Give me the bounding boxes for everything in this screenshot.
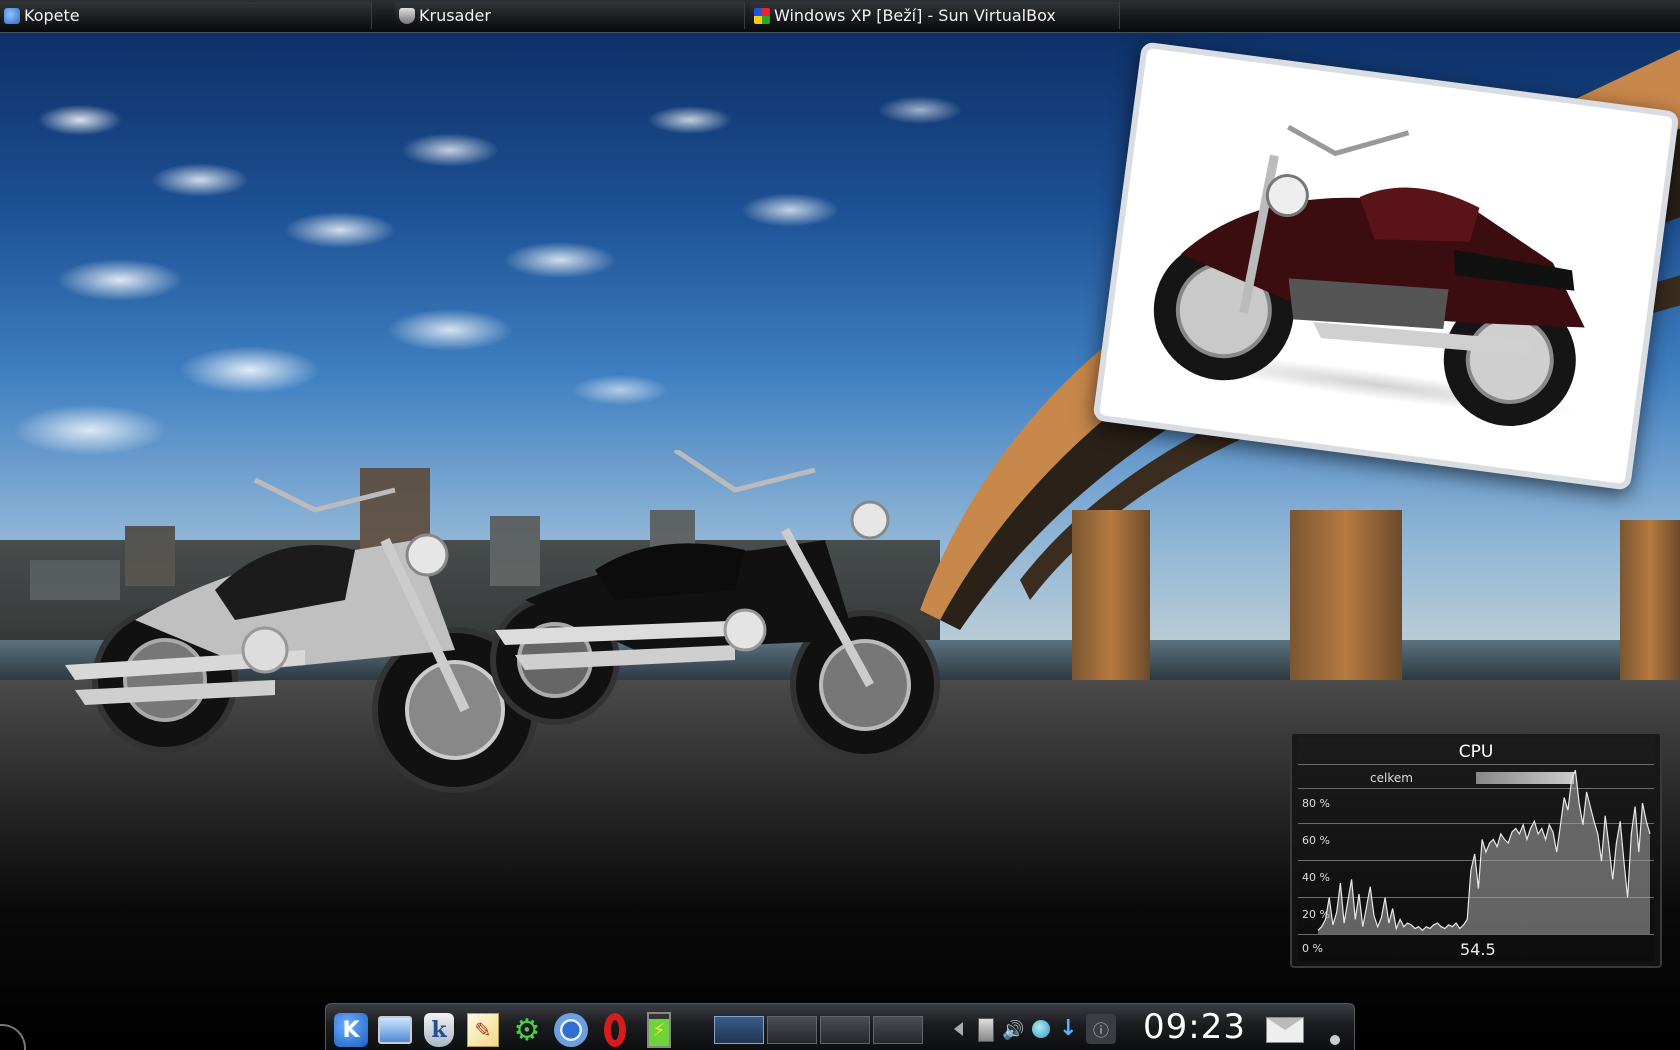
- task-krusader[interactable]: Krusader: [395, 2, 745, 29]
- panel-toolbox-icon[interactable]: [1316, 1011, 1354, 1049]
- desktop-icon[interactable]: [376, 1011, 414, 1049]
- volume-icon[interactable]: 🔊: [1002, 1020, 1024, 1041]
- cpu-plot-area: CPU celkem 80 % 60 % 40 % 20 % 0 % 54.5: [1298, 738, 1654, 962]
- clock[interactable]: 09:23: [1143, 1007, 1246, 1047]
- cpu-graph: [1317, 769, 1651, 934]
- cpu-monitor-widget[interactable]: CPU celkem 80 % 60 % 40 % 20 % 0 % 54.5: [1290, 732, 1662, 968]
- kde-menu-icon[interactable]: K: [332, 1011, 370, 1049]
- cpu-current-value: 54.5: [1460, 940, 1496, 959]
- krusader-icon: [399, 7, 415, 24]
- kopete-icon: [4, 7, 20, 24]
- bridge-pillar-2: [1290, 510, 1402, 680]
- virtualbox-icon: [754, 7, 770, 24]
- motorcycle-photo: [1153, 124, 1585, 426]
- system-tray: 🔊 ↓ ⓘ: [946, 1012, 1126, 1046]
- kwrite-icon[interactable]: ✎: [464, 1011, 502, 1049]
- clouds: [0, 30, 1000, 510]
- desktop-pager-1[interactable]: [714, 1016, 764, 1044]
- task-label: Kopete: [24, 6, 80, 25]
- konqueror-icon[interactable]: k: [420, 1011, 458, 1049]
- task-label: Krusader: [419, 6, 491, 25]
- task-label: Windows XP [Beží] - Sun VirtualBox: [774, 6, 1056, 25]
- task-kopete[interactable]: Kopete: [0, 2, 372, 29]
- chromium-icon[interactable]: [552, 1011, 590, 1049]
- battery-icon[interactable]: ⚡: [640, 1011, 678, 1049]
- desktop-pager-2[interactable]: [767, 1016, 817, 1044]
- motorcycles-image: [65, 450, 940, 793]
- bridge-pillar-1: [1072, 510, 1150, 680]
- top-taskbar: Kopete Krusader Windows XP [Beží] - Sun …: [0, 0, 1680, 33]
- photo-frame-widget[interactable]: [1092, 41, 1680, 491]
- network-icon[interactable]: ⚙: [508, 1011, 546, 1049]
- mail-icon[interactable]: [1266, 1011, 1304, 1049]
- download-icon[interactable]: ↓: [1059, 1016, 1077, 1041]
- clipboard-icon[interactable]: [978, 1018, 994, 1042]
- task-virtualbox[interactable]: Windows XP [Beží] - Sun VirtualBox: [750, 2, 1120, 29]
- kopete-tray-icon[interactable]: [1032, 1020, 1050, 1038]
- bottom-panel: K k ✎ ⚙ ⚡ 🔊 ↓ ⓘ 09:23: [325, 1003, 1355, 1050]
- opera-icon[interactable]: [596, 1011, 634, 1049]
- desktop-cashew[interactable]: [0, 1018, 30, 1050]
- desktop-pager-3[interactable]: [820, 1016, 870, 1044]
- desktop-pager-4[interactable]: [873, 1016, 923, 1044]
- info-icon[interactable]: ⓘ: [1086, 1014, 1116, 1044]
- tray-collapse-icon[interactable]: [954, 1022, 963, 1036]
- bridge-pillar-3: [1620, 520, 1680, 680]
